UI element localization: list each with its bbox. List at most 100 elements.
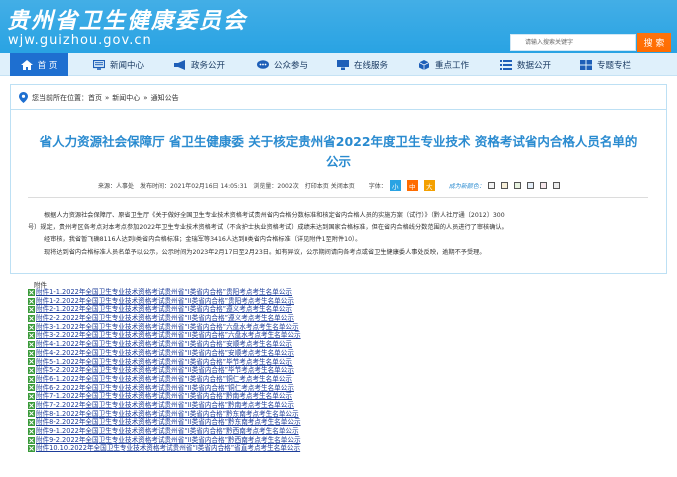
nav-item-label: 专题专栏 bbox=[597, 60, 632, 71]
spreadsheet-file-icon bbox=[28, 349, 35, 357]
attachment-label: 附件4-2.2022年全国卫生专业技术资格考试贵州省“II类省内合格”安顺考点考… bbox=[36, 348, 294, 357]
attachment-label: 附件2-1.2022年全国卫生专业技术资格考试贵州省“I类省内合格”遵义考点考生… bbox=[36, 305, 293, 314]
breadcrumb: 您当前所在位置： 首页 » 新闻中心 » 通知公告 bbox=[11, 86, 666, 110]
meta-source: 来源：人事处 bbox=[98, 183, 135, 190]
megaphone-icon bbox=[174, 59, 186, 70]
attachment-label: 附件1-1.2022年全国卫生专业技术资格考试贵州省“I类省内合格”贵阳考点考生… bbox=[36, 288, 293, 296]
computer-icon bbox=[337, 59, 349, 70]
font-large-button[interactable]: 大 bbox=[423, 180, 435, 191]
monitor-icon bbox=[93, 59, 105, 70]
spreadsheet-file-icon bbox=[28, 332, 35, 340]
font-size-label: 字体： bbox=[368, 183, 387, 190]
spreadsheet-file-icon bbox=[28, 401, 35, 409]
attachment-label: 附件7-2.2022年全国卫生专业技术资格考试贵州省“II类省内合格”黔南考点考… bbox=[36, 400, 294, 409]
spreadsheet-file-icon bbox=[28, 306, 35, 314]
nav-item-label: 数据公开 bbox=[517, 60, 552, 71]
article-meta: 来源：人事处 发布时间：2021年02月16日 14:05:31 浏览量：200… bbox=[98, 179, 618, 192]
main-nav: 首 页 新闻中心 政务公开 公众参与 在线服务 重点工作 数据公开 专题专栏 bbox=[0, 53, 677, 76]
color-swatch[interactable] bbox=[487, 182, 495, 189]
nav-item-label: 首 页 bbox=[37, 60, 58, 71]
spreadsheet-file-icon bbox=[28, 445, 35, 453]
attachment-link[interactable]: 附件3-2.2022年全国卫生专业技术资格考试贵州省“II类省内合格”六盘水考点… bbox=[28, 331, 448, 340]
search-input[interactable] bbox=[510, 34, 636, 51]
attachment-link[interactable]: 附件8-2.2022年全国卫生专业技术资格考试贵州省“II类省内合格”黔东南考点… bbox=[28, 418, 448, 427]
attachment-label: 附件8-2.2022年全国卫生专业技术资格考试贵州省“II类省内合格”黔东南考点… bbox=[36, 418, 301, 427]
site-title[interactable]: 贵州省卫生健康委员会 bbox=[7, 3, 247, 35]
spreadsheet-file-icon bbox=[28, 375, 35, 383]
nav-item-special[interactable]: 专题专栏 bbox=[580, 53, 631, 76]
attachment-link[interactable]: 附件2-2.2022年全国卫生专业技术资格考试贵州省“II类省内合格”遵义考点考… bbox=[28, 314, 448, 323]
spreadsheet-file-icon bbox=[28, 384, 35, 392]
spreadsheet-file-icon bbox=[28, 288, 35, 296]
attachment-link[interactable]: 附件6-1.2022年全国卫生专业技术资格考试贵州省“I类省内合格”铜仁考点考生… bbox=[28, 375, 448, 384]
attachment-link[interactable]: 附件10.10.2022年全国卫生专业技术资格考试贵州省“I类省内合格”省直考点… bbox=[28, 444, 448, 453]
spreadsheet-file-icon bbox=[28, 367, 35, 375]
attachment-link[interactable]: 附件9-1.2022年全国卫生专业技术资格考试贵州省“I类省内合格”黔西南考点考… bbox=[28, 427, 448, 436]
attachment-link[interactable]: 附件2-1.2022年全国卫生专业技术资格考试贵州省“I类省内合格”遵义考点考生… bbox=[28, 305, 448, 314]
breadcrumb-separator: » bbox=[105, 93, 110, 102]
nav-item-online-service[interactable]: 在线服务 bbox=[337, 53, 388, 76]
attachment-label: 附件7-1.2022年全国卫生专业技术资格考试贵州省“I类省内合格”黔南考点考生… bbox=[36, 392, 293, 401]
close-link[interactable]: 关闭本页 bbox=[331, 181, 355, 190]
breadcrumb-news[interactable]: 新闻中心 bbox=[112, 93, 140, 103]
nav-item-key-work[interactable]: 重点工作 bbox=[418, 53, 469, 76]
color-label: 成为新颜色： bbox=[448, 183, 485, 190]
color-swatch[interactable] bbox=[539, 182, 547, 189]
attachment-link[interactable]: 附件7-1.2022年全国卫生专业技术资格考试贵州省“I类省内合格”黔南考点考生… bbox=[28, 392, 448, 401]
body-paragraph: 号）规定，贵州考区各考点对本考点参加2022年卫生专业技术资格考试（不含护士执业… bbox=[28, 224, 508, 231]
font-medium-button[interactable]: 中 bbox=[406, 180, 418, 191]
page-title-line1: 省人力资源社会保障厅 省卫生健康委 关于核定贵州省2022年度卫生专业技术 资格… bbox=[39, 134, 638, 149]
nav-item-home[interactable]: 首 页 bbox=[10, 53, 68, 76]
nav-item-data-open[interactable]: 数据公开 bbox=[500, 53, 551, 76]
font-small-button[interactable]: 小 bbox=[389, 180, 401, 191]
nav-item-label: 政务公开 bbox=[191, 60, 226, 71]
page-title: 省人力资源社会保障厅 省卫生健康委 关于核定贵州省2022年度卫生专业技术 资格… bbox=[20, 132, 657, 172]
breadcrumb-separator: » bbox=[143, 93, 148, 102]
spreadsheet-file-icon bbox=[28, 323, 35, 331]
attachment-link[interactable]: 附件6-2.2022年全国卫生专业技术资格考试贵州省“II类省内合格”铜仁考点考… bbox=[28, 384, 448, 393]
spreadsheet-file-icon bbox=[28, 340, 35, 348]
nav-item-label: 公众参与 bbox=[274, 60, 309, 71]
print-link[interactable]: 打印本页 bbox=[305, 181, 329, 190]
divider bbox=[28, 197, 648, 198]
site-url: wjw.guizhou.gov.cn bbox=[8, 33, 152, 48]
color-swatch[interactable] bbox=[526, 182, 534, 189]
attachment-list: 附件1-1.2022年全国卫生专业技术资格考试贵州省“I类省内合格”贵阳考点考生… bbox=[28, 288, 448, 453]
attachment-link[interactable]: 附件4-1.2022年全国卫生专业技术资格考试贵州省“I类省内合格”安顺考点考生… bbox=[28, 340, 448, 349]
nav-item-participation[interactable]: 公众参与 bbox=[257, 53, 308, 76]
attachment-link[interactable]: 附件8-1.2022年全国卫生专业技术资格考试贵州省“I类省内合格”黔东南考点考… bbox=[28, 410, 448, 419]
attachment-link[interactable]: 附件5-2.2022年全国卫生专业技术资格考试贵州省“II类省内合格”毕节考点考… bbox=[28, 366, 448, 375]
spreadsheet-file-icon bbox=[28, 427, 35, 435]
location-pin-icon bbox=[19, 92, 28, 103]
spreadsheet-file-icon bbox=[28, 410, 35, 418]
meta-views: 浏览量：2002次 bbox=[253, 183, 299, 190]
nav-item-public[interactable]: 政务公开 bbox=[174, 53, 225, 76]
attachment-link[interactable]: 附件5-1.2022年全国卫生专业技术资格考试贵州省“I类省内合格”毕节考点考生… bbox=[28, 358, 448, 367]
search-button[interactable]: 搜 索 bbox=[637, 33, 671, 52]
attachment-label: 附件6-1.2022年全国卫生专业技术资格考试贵州省“I类省内合格”铜仁考点考生… bbox=[36, 374, 293, 383]
page-title-line2: 公示 bbox=[325, 154, 351, 169]
body-paragraph: 根据人力资源社会保障厅、原省卫生厅《关于做好全国卫生专业技术资格考试贵州省内合格… bbox=[44, 212, 505, 219]
attachment-link[interactable]: 附件1-1.2022年全国卫生专业技术资格考试贵州省“I类省内合格”贵阳考点考生… bbox=[28, 288, 448, 297]
attachment-label: 附件4-1.2022年全国卫生专业技术资格考试贵州省“I类省内合格”安顺考点考生… bbox=[36, 340, 293, 349]
color-swatch[interactable] bbox=[552, 182, 560, 189]
nav-item-label: 新闻中心 bbox=[110, 60, 145, 71]
attachment-link[interactable]: 附件4-2.2022年全国卫生专业技术资格考试贵州省“II类省内合格”安顺考点考… bbox=[28, 349, 448, 358]
spreadsheet-file-icon bbox=[28, 393, 35, 401]
attachment-label: 附件6-2.2022年全国卫生专业技术资格考试贵州省“II类省内合格”铜仁考点考… bbox=[36, 383, 294, 392]
spreadsheet-file-icon bbox=[28, 436, 35, 444]
breadcrumb-notices[interactable]: 通知公告 bbox=[151, 93, 179, 103]
grid-icon bbox=[580, 59, 592, 70]
attachment-label: 附件9-1.2022年全国卫生专业技术资格考试贵州省“I类省内合格”黔西南考点考… bbox=[36, 427, 299, 435]
attachment-link[interactable]: 附件7-2.2022年全国卫生专业技术资格考试贵州省“II类省内合格”黔南考点考… bbox=[28, 401, 448, 410]
color-swatch[interactable] bbox=[513, 182, 521, 189]
attachment-label: 附件5-2.2022年全国卫生专业技术资格考试贵州省“II类省内合格”毕节考点考… bbox=[36, 366, 294, 375]
breadcrumb-home[interactable]: 首页 bbox=[88, 93, 102, 103]
attachment-label: 附件3-2.2022年全国卫生专业技术资格考试贵州省“II类省内合格”六盘水考点… bbox=[36, 331, 301, 340]
nav-item-news[interactable]: 新闻中心 bbox=[93, 53, 144, 76]
spreadsheet-file-icon bbox=[28, 419, 35, 427]
color-swatch[interactable] bbox=[500, 182, 508, 189]
spreadsheet-file-icon bbox=[28, 314, 35, 322]
spreadsheet-file-icon bbox=[28, 358, 35, 366]
attachment-label: 附件10.10.2022年全国卫生专业技术资格考试贵州省“I类省内合格”省直考点… bbox=[36, 444, 301, 453]
